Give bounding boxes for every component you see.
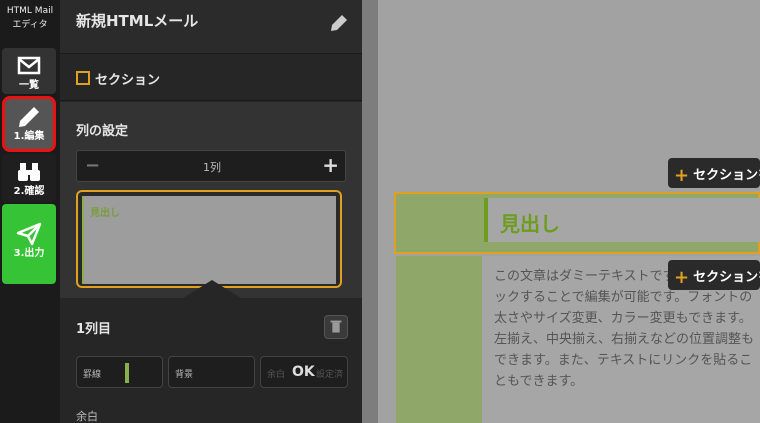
ok-button[interactable]: OK xyxy=(292,364,315,380)
background-label: 背景 xyxy=(175,370,194,380)
column-layout-option[interactable]: 見出し xyxy=(76,190,342,288)
margin-label: 余白 xyxy=(267,370,286,380)
nav-output-label: 3.出力 xyxy=(13,248,45,259)
nav-edit-button[interactable]: 1.編集 xyxy=(2,96,56,152)
heading-block[interactable]: 見出し xyxy=(484,198,760,242)
mail-icon xyxy=(17,56,41,75)
nav-output-button[interactable]: 3.出力 xyxy=(2,204,56,284)
background-button[interactable]: 背景 xyxy=(168,356,255,388)
selected-section[interactable]: 見出し xyxy=(394,192,760,254)
settings-panel: 新規HTMLメール セクション 列の設定 − 1列 + 見出し 1列目 罫線 背… xyxy=(60,0,362,423)
plus-icon: + xyxy=(674,165,690,186)
nav-confirm-label: 2.確認 xyxy=(13,186,45,197)
border-label: 罫線 xyxy=(83,370,102,380)
nav-list-button[interactable]: 一覧 xyxy=(2,48,56,94)
column-preview-label: 見出し xyxy=(90,208,120,219)
panel-title: 新規HTMLメール xyxy=(76,12,199,30)
section-row[interactable]: セクション xyxy=(60,55,362,101)
panel-header: 新規HTMLメール xyxy=(60,0,362,54)
column-1-title: 1列目 xyxy=(76,322,112,337)
column-preview: 見出し xyxy=(82,196,336,284)
nav-edit-label: 1.編集 xyxy=(13,131,45,142)
send-icon xyxy=(16,222,42,246)
app-title: HTML Mail エディタ xyxy=(6,6,54,30)
delete-column-button[interactable] xyxy=(324,315,348,339)
plus-icon: + xyxy=(674,267,690,288)
nav-list-label: 一覧 xyxy=(19,80,39,91)
nav-confirm-button[interactable]: 2.確認 xyxy=(2,154,56,202)
preview-heading[interactable]: 見出し xyxy=(500,208,560,237)
panel-divider xyxy=(362,0,378,423)
section-label: セクション xyxy=(95,73,161,88)
pointer-caret xyxy=(180,280,244,300)
trash-icon xyxy=(330,320,342,333)
border-button[interactable]: 罫線 xyxy=(76,356,163,388)
column-settings-title: 列の設定 xyxy=(76,124,129,139)
add-section-button[interactable]: +セクションを追加 xyxy=(668,260,760,290)
margin-set-label: 設定済 xyxy=(315,370,343,380)
column-count-stepper[interactable]: − 1列 + xyxy=(76,150,346,182)
binoculars-icon xyxy=(18,163,40,181)
margin-section-title: 余白 xyxy=(76,410,98,423)
left-nav: HTML Mail エディタ 一覧 1.編集 2.確認 3.出力 xyxy=(0,0,60,423)
column-count-value: 1列 xyxy=(203,161,221,174)
add-section-button[interactable]: +セクションを追加 xyxy=(668,158,760,188)
mail-preview: 見出し この文章はダミーテキストです。ダブルクリックすることで編集が可能です。フ… xyxy=(378,0,760,423)
section-checkbox[interactable] xyxy=(76,71,90,85)
column-settings: 列の設定 − 1列 + 見出し xyxy=(60,102,362,298)
body-left-margin xyxy=(396,256,482,423)
plus-icon[interactable]: + xyxy=(322,153,339,177)
pencil-icon xyxy=(19,107,39,127)
pencil-icon[interactable] xyxy=(330,14,348,32)
border-color-swatch xyxy=(125,363,129,383)
